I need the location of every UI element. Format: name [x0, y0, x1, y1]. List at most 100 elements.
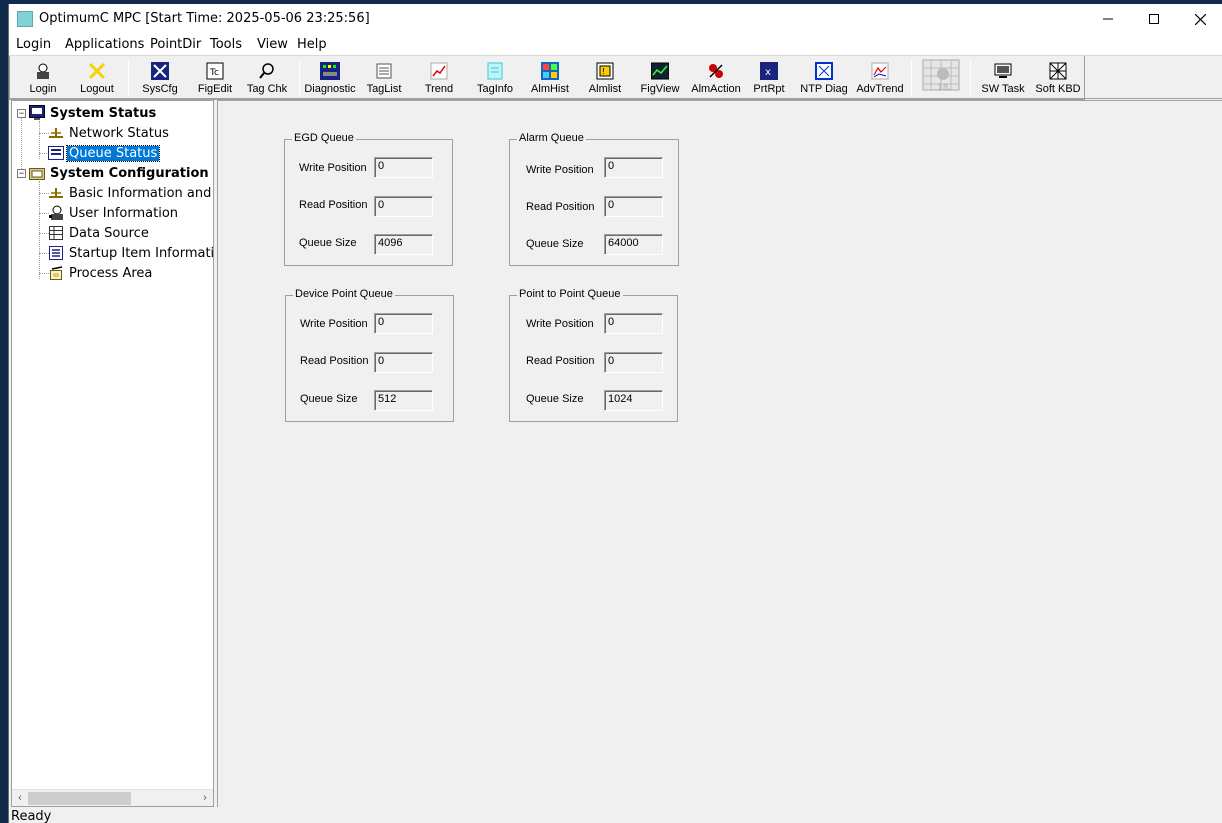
queue-size-label: Queue Size [526, 393, 584, 405]
figview-icon [650, 61, 670, 81]
read-position-label: Read Position [526, 201, 595, 213]
window-title: OptimumC MPC [Start Time: 2025-05-06 23:… [39, 11, 370, 26]
figedit-icon: Tc [205, 61, 225, 81]
write-position-label: Write Position [300, 318, 368, 330]
advanced-trend-icon [870, 61, 890, 81]
toolbar-almhist-button[interactable]: AlmHist [530, 58, 570, 98]
read-position-label: Read Position [300, 355, 369, 367]
queue-size-label: Queue Size [300, 393, 358, 405]
status-text: Ready [11, 809, 52, 823]
toolbar-almlist-button[interactable]: ! Almlist [587, 58, 623, 98]
process-area-icon [48, 265, 64, 281]
logout-icon [87, 61, 107, 81]
tree-item-system-configuration[interactable]: System Configuration [29, 164, 211, 182]
point-to-point-read-position-field: 0 [604, 352, 663, 373]
tree-item-queue-status[interactable]: Queue Status [48, 144, 161, 162]
read-position-label: Read Position [526, 355, 595, 367]
disabled-grid-icon: 18. [921, 58, 961, 94]
toolbar-trend-button[interactable]: Trend [422, 58, 456, 98]
tree-item-startup-item[interactable]: Startup Item Informatior [48, 244, 229, 262]
collapse-system-status-toggle[interactable]: − [17, 109, 26, 118]
tree-item-process-area[interactable]: Process Area [48, 264, 154, 282]
maximize-button[interactable] [1131, 4, 1177, 34]
toolbar-figedit-button[interactable]: Tc FigEdit [197, 58, 233, 98]
svg-text:x: x [765, 67, 771, 78]
write-position-label: Write Position [526, 164, 594, 176]
list-icon [48, 245, 64, 261]
alarm-queue-size-field: 64000 [604, 234, 663, 255]
scroll-left-icon[interactable]: ‹ [12, 790, 28, 807]
login-icon [33, 61, 53, 81]
toolbar-taginfo-button[interactable]: TagInfo [474, 58, 516, 98]
toolbar-logout-button[interactable]: Logout [79, 58, 115, 98]
device-point-write-position-field: 0 [374, 313, 433, 334]
taginfo-icon [485, 61, 505, 81]
network-icon [48, 125, 64, 141]
collapse-system-configuration-toggle[interactable]: − [17, 169, 26, 178]
sw-task-icon [993, 61, 1013, 81]
ntp-diag-icon [814, 61, 834, 81]
maximize-icon [1149, 14, 1159, 24]
menu-pointdir[interactable]: PointDir [150, 37, 201, 52]
tree-item-basic-information[interactable]: Basic Information and N [48, 184, 227, 202]
tree-item-data-source[interactable]: Data Source [48, 224, 151, 242]
toolbar: Login Logout SysCfg Tc FigEdit Tag Chk D… [9, 55, 1222, 100]
close-button[interactable] [1177, 4, 1222, 34]
toolbar-login-button[interactable]: Login [27, 58, 59, 98]
toolbar-almaction-button[interactable]: AlmAction [689, 58, 743, 98]
scroll-right-icon[interactable]: › [197, 790, 213, 807]
tree-item-system-status[interactable]: System Status [29, 104, 158, 122]
alarm-write-position-field: 0 [604, 157, 663, 178]
toolbar-syscfg-button[interactable]: SysCfg [142, 58, 178, 98]
egd-queue-group: EGD Queue Write Position 0 Read Position… [284, 132, 453, 266]
network-icon [48, 185, 64, 201]
toolbar-separator [970, 60, 971, 96]
alarm-queue-title: Alarm Queue [517, 132, 586, 144]
scrollbar-thumb[interactable] [28, 792, 131, 805]
main-window: OptimumC MPC [Start Time: 2025-05-06 23:… [8, 4, 1222, 823]
toolbar-softkbd-button[interactable]: Soft KBD [1035, 58, 1081, 98]
toolbar-prtrpt-button[interactable]: x PrtRpt [752, 58, 786, 98]
menu-view[interactable]: View [257, 37, 288, 52]
configuration-icon [29, 165, 45, 181]
point-to-point-queue-group: Point to Point Queue Write Position 0 Re… [509, 288, 678, 422]
app-icon [17, 11, 33, 27]
write-position-label: Write Position [526, 318, 594, 330]
queue-size-label: Queue Size [526, 238, 584, 250]
soft-keyboard-icon [1048, 61, 1068, 81]
tag-check-icon [257, 61, 277, 81]
device-point-queue-title: Device Point Queue [293, 288, 395, 300]
monitor-icon [29, 105, 45, 121]
svg-text:Tc: Tc [209, 68, 219, 78]
toolbar-tagchk-button[interactable]: Tag Chk [246, 58, 288, 98]
toolbar-taglist-button[interactable]: TagList [365, 58, 403, 98]
minimize-button[interactable] [1085, 4, 1131, 34]
user-icon [48, 205, 64, 221]
toolbar-figview-button[interactable]: FigView [639, 58, 681, 98]
menu-help[interactable]: Help [297, 37, 327, 52]
toolbar-advtrend-button[interactable]: AdvTrend [854, 58, 906, 98]
queue-status-panel: EGD Queue Write Position 0 Read Position… [217, 100, 1222, 807]
menu-tools[interactable]: Tools [210, 37, 242, 52]
title-bar: OptimumC MPC [Start Time: 2025-05-06 23:… [9, 4, 1222, 34]
toolbar-separator [128, 60, 129, 96]
tree-horizontal-scrollbar[interactable]: ‹ › [12, 789, 213, 806]
egd-read-position-field: 0 [374, 196, 433, 217]
alarm-action-icon [706, 61, 726, 81]
menu-applications[interactable]: Applications [65, 37, 144, 52]
toolbar-disabled-button[interactable]: 18. [919, 58, 963, 98]
svg-text:!: ! [602, 67, 605, 76]
syscfg-icon [150, 61, 170, 81]
toolbar-diagnostic-button[interactable]: Diagnostic [304, 58, 356, 98]
toolbar-ntpdiag-button[interactable]: NTP Diag [799, 58, 849, 98]
point-to-point-write-position-field: 0 [604, 313, 663, 334]
egd-queue-size-field: 4096 [374, 234, 433, 255]
alarm-read-position-field: 0 [604, 196, 663, 217]
toolbar-swtask-button[interactable]: SW Task [981, 58, 1025, 98]
device-point-queue-size-field: 512 [374, 390, 433, 411]
tree-item-user-information[interactable]: User Information [48, 204, 180, 222]
tree-item-network-status[interactable]: Network Status [48, 124, 171, 142]
menu-login[interactable]: Login [16, 37, 51, 52]
device-point-queue-group: Device Point Queue Write Position 0 Read… [285, 288, 454, 422]
point-to-point-queue-title: Point to Point Queue [517, 288, 623, 300]
